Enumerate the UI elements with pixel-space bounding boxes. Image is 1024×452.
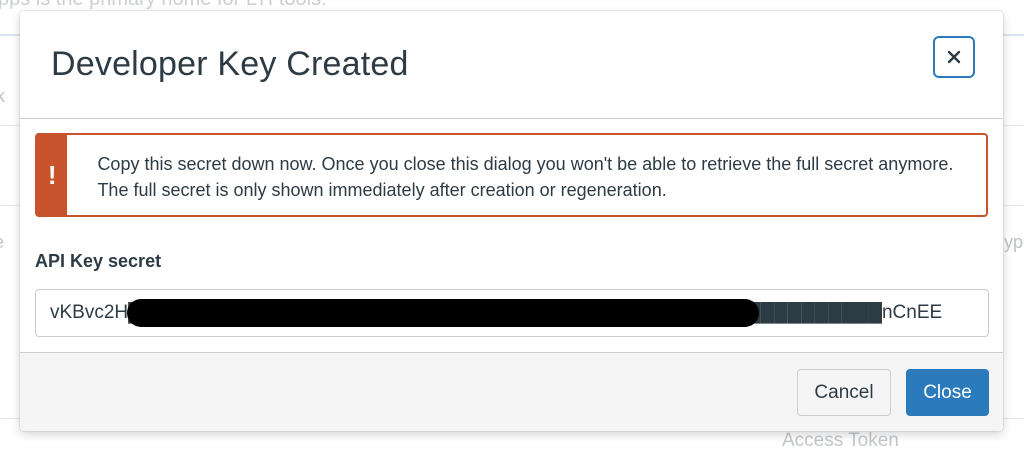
dialog-title: Developer Key Created bbox=[51, 45, 409, 83]
warning-alert: ! Copy this secret down now. Once you cl… bbox=[35, 133, 988, 217]
cancel-button[interactable]: Cancel bbox=[797, 369, 891, 416]
redaction-bar bbox=[127, 299, 759, 327]
api-key-secret-label: API Key secret bbox=[35, 251, 162, 271]
dialog-header: Developer Key Created bbox=[20, 11, 1003, 119]
warning-icon-glyph: ! bbox=[47, 159, 57, 190]
dialog-footer: Cancel Close bbox=[20, 352, 1003, 431]
close-button[interactable]: Close bbox=[906, 369, 989, 416]
close-dialog-button[interactable] bbox=[933, 36, 975, 78]
warning-message: Copy this secret down now. Once you clos… bbox=[97, 154, 954, 200]
warning-icon: ! bbox=[37, 135, 68, 215]
developer-key-dialog: Developer Key Created ! Copy this secret… bbox=[20, 11, 1003, 431]
close-icon bbox=[947, 50, 961, 64]
